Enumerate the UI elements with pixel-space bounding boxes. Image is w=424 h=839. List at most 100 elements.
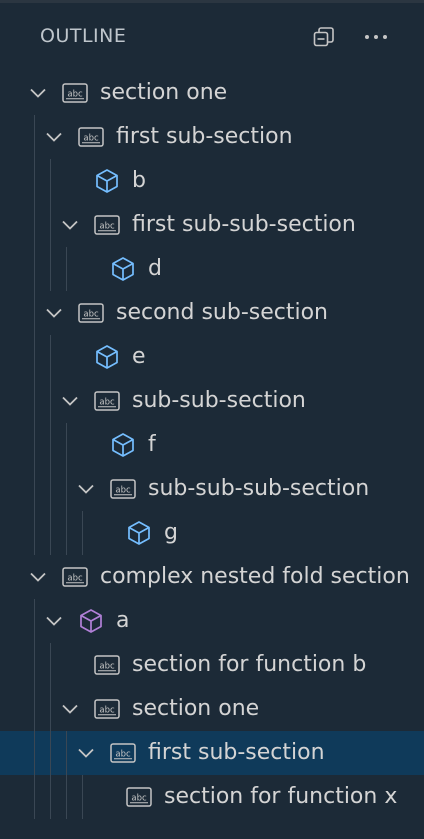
string-symbol-icon: abc — [94, 213, 120, 237]
tree-item-label: sub-sub-section — [132, 388, 306, 413]
tree-item-label: first sub-sub-section — [132, 212, 356, 237]
string-symbol-icon: abc — [126, 785, 152, 809]
chevron-down-icon[interactable] — [76, 743, 96, 763]
string-symbol-icon: abc — [62, 81, 88, 105]
tree-item[interactable]: abc section one — [0, 71, 424, 115]
string-symbol-icon: abc — [94, 389, 120, 413]
indent-guide — [34, 203, 35, 247]
indent-guide — [34, 599, 35, 643]
chevron-down-icon[interactable] — [28, 83, 48, 103]
indent-guide — [50, 687, 51, 731]
tree-item[interactable]: abc section for function x — [0, 775, 424, 819]
svg-text:abc: abc — [99, 662, 115, 672]
more-actions-icon — [365, 35, 387, 39]
string-symbol-icon: abc — [62, 565, 88, 589]
indent-guide — [34, 115, 35, 159]
chevron-down-icon[interactable] — [44, 611, 64, 631]
variable-symbol-icon — [110, 433, 136, 457]
svg-text:abc: abc — [115, 750, 131, 760]
chevron-down-icon[interactable] — [44, 127, 64, 147]
tree-item-label: section for function b — [132, 652, 367, 677]
tree-item[interactable]: abc section for function b — [0, 643, 424, 687]
tree-item[interactable]: abc second sub-section — [0, 291, 424, 335]
tree-item[interactable]: abc first sub-sub-section — [0, 203, 424, 247]
tree-item[interactable]: abc sub-sub-section — [0, 379, 424, 423]
indent-guide — [34, 423, 35, 467]
svg-text:abc: abc — [99, 398, 115, 408]
indent-guide — [50, 511, 51, 555]
tree-item-label: section one — [132, 696, 260, 721]
more-actions-button[interactable] — [362, 23, 390, 51]
indent-guide — [50, 643, 51, 687]
tree-item[interactable]: e — [0, 335, 424, 379]
indent-guide — [50, 159, 51, 203]
indent-guide — [50, 203, 51, 247]
tree-item[interactable]: b — [0, 159, 424, 203]
tree-item-label: section one — [100, 80, 228, 105]
tree-item-label: a — [116, 608, 130, 633]
indent-guide — [50, 247, 51, 291]
indent-guide — [50, 467, 51, 511]
indent-guide — [50, 335, 51, 379]
indent-guide — [50, 423, 51, 467]
indent-guide — [34, 687, 35, 731]
string-symbol-icon: abc — [78, 125, 104, 149]
indent-guide — [34, 643, 35, 687]
string-symbol-icon: abc — [110, 477, 136, 501]
indent-guide — [34, 379, 35, 423]
outline-tree: abc section one abc first sub-section b abc fi… — [0, 71, 424, 819]
svg-text:abc: abc — [99, 222, 115, 232]
tree-item-label: sub-sub-sub-section — [148, 476, 370, 501]
tree-item[interactable]: a — [0, 599, 424, 643]
tree-item-label: f — [148, 432, 156, 457]
tree-item[interactable]: abc first sub-section — [0, 115, 424, 159]
indent-guide — [34, 335, 35, 379]
tree-item[interactable]: g — [0, 511, 424, 555]
variable-symbol-icon — [110, 257, 136, 281]
svg-text:abc: abc — [131, 794, 147, 804]
collapse-all-icon — [313, 27, 334, 47]
tree-item[interactable]: abc first sub-section — [0, 731, 424, 775]
tree-item[interactable]: abc sub-sub-sub-section — [0, 467, 424, 511]
svg-text:abc: abc — [99, 706, 115, 716]
string-symbol-icon: abc — [94, 653, 120, 677]
tree-item-label: complex nested fold section — [100, 564, 410, 589]
function-symbol-icon — [78, 609, 104, 633]
chevron-down-icon[interactable] — [60, 215, 80, 235]
svg-text:abc: abc — [67, 574, 83, 584]
outline-header: OUTLINE — [0, 3, 424, 69]
chevron-down-icon[interactable] — [44, 303, 64, 323]
variable-symbol-icon — [94, 345, 120, 369]
indent-guide — [34, 731, 35, 775]
svg-text:abc: abc — [67, 90, 83, 100]
variable-symbol-icon — [126, 521, 152, 545]
tree-item[interactable]: abc section one — [0, 687, 424, 731]
variable-symbol-icon — [94, 169, 120, 193]
chevron-down-icon[interactable] — [28, 567, 48, 587]
tree-item-label: b — [132, 168, 146, 193]
indent-guide — [34, 467, 35, 511]
chevron-down-icon[interactable] — [76, 479, 96, 499]
indent-guide — [50, 731, 51, 775]
tree-item-label: second sub-section — [116, 300, 328, 325]
indent-guide — [82, 775, 83, 819]
indent-guide — [66, 511, 67, 555]
indent-guide — [34, 511, 35, 555]
indent-guide — [34, 291, 35, 335]
outline-title: OUTLINE — [40, 25, 127, 47]
chevron-down-icon[interactable] — [60, 699, 80, 719]
string-symbol-icon: abc — [78, 301, 104, 325]
indent-guide — [66, 775, 67, 819]
tree-item[interactable]: f — [0, 423, 424, 467]
indent-guide — [82, 511, 83, 555]
indent-guide — [50, 775, 51, 819]
tree-item-label: g — [164, 520, 178, 545]
tree-item[interactable]: d — [0, 247, 424, 291]
indent-guide — [66, 731, 67, 775]
chevron-down-icon[interactable] — [60, 391, 80, 411]
tree-item-label: first sub-section — [148, 740, 325, 765]
tree-item[interactable]: abc complex nested fold section — [0, 555, 424, 599]
collapse-all-button[interactable] — [310, 23, 338, 51]
string-symbol-icon: abc — [110, 741, 136, 765]
indent-guide — [66, 423, 67, 467]
